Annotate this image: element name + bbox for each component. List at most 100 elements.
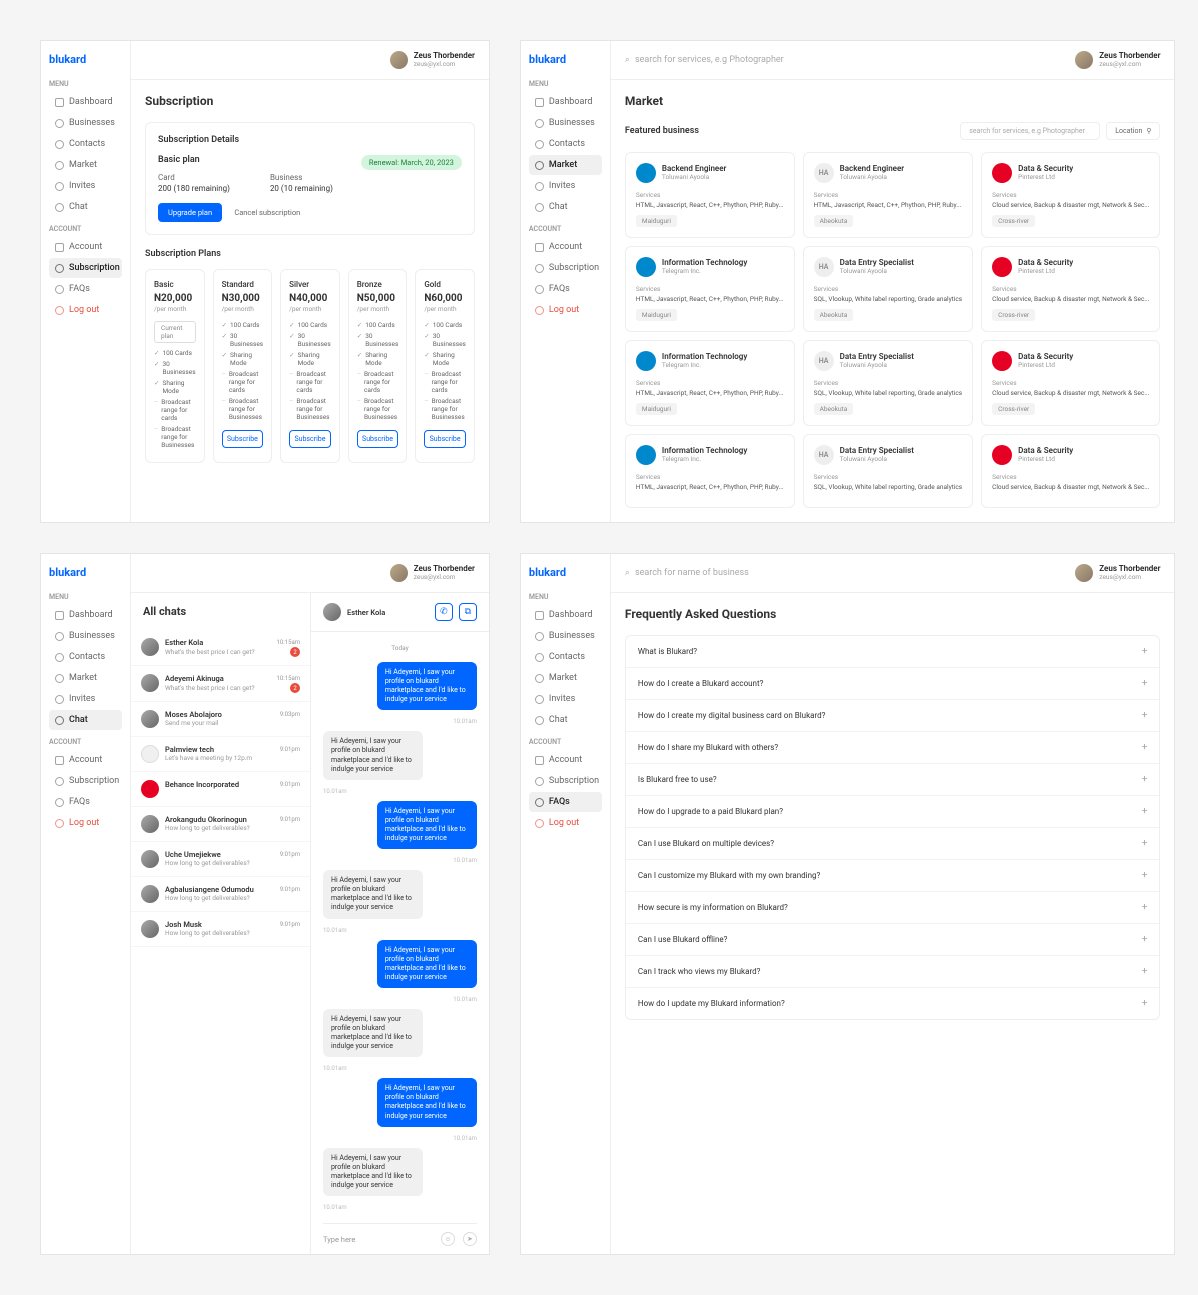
nav-invites[interactable]: Invites (49, 689, 122, 709)
nav-subscription[interactable]: Subscription (49, 258, 122, 278)
faq-item[interactable]: Can I use Blukard on multiple devices?+ (626, 828, 1160, 860)
user-badge[interactable]: Zeus Thorbenderzeus@yxl.com (390, 564, 475, 582)
nav-invites[interactable]: Invites (529, 176, 602, 196)
nav-subscription[interactable]: Subscription (529, 771, 602, 791)
chat-item[interactable]: Josh Musk9:01pm How long to get delivera… (131, 912, 310, 947)
nav-chat[interactable]: Chat (49, 710, 122, 730)
nav-faqs[interactable]: FAQs (529, 279, 602, 299)
faq-item[interactable]: How do I create my digital business card… (626, 700, 1160, 732)
business-card[interactable]: Backend EngineerToluwani Ayoola Services… (625, 152, 795, 238)
faq-item[interactable]: Can I track who views my Blukard?+ (626, 956, 1160, 988)
faq-item[interactable]: How do I share my Blukard with others?+ (626, 732, 1160, 764)
faq-item[interactable]: How do I update my Blukard information?+ (626, 988, 1160, 1019)
chat-item[interactable]: Agbalusiangene Odumodu9:01pm How long to… (131, 877, 310, 912)
account-icon (535, 756, 544, 765)
nav-dashboard[interactable]: Dashboard (529, 605, 602, 625)
nav-businesses[interactable]: Businesses (49, 626, 122, 646)
filter-search[interactable]: search for services, e.g Photographer (960, 122, 1100, 140)
chat-avatar (141, 674, 159, 692)
user-badge[interactable]: Zeus Thorbenderzeus@yxl.com (1075, 564, 1160, 582)
message-input[interactable]: Type here (323, 1235, 433, 1244)
faq-item[interactable]: What is Blukard?+ (626, 636, 1160, 668)
faq-item[interactable]: Can I customize my Blukard with my own b… (626, 860, 1160, 892)
cancel-button[interactable]: Cancel subscription (224, 203, 310, 222)
market-icon (55, 161, 64, 170)
chat-item[interactable]: Arokangudu Okorinogun9:01pm How long to … (131, 807, 310, 842)
nav-log-out[interactable]: Log out (49, 813, 122, 833)
nav-contacts[interactable]: Contacts (49, 134, 122, 154)
faq-item[interactable]: How do I create a Blukard account?+ (626, 668, 1160, 700)
nav-market[interactable]: Market (49, 668, 122, 688)
nav-contacts[interactable]: Contacts (529, 647, 602, 667)
emoji-button[interactable]: ☺ (441, 1232, 455, 1246)
chat-item[interactable]: Esther Kola10:15am What's the best price… (131, 630, 310, 666)
nav-log-out[interactable]: Log out (49, 300, 122, 320)
nav-subscription[interactable]: Subscription (529, 258, 602, 278)
nav-subscription[interactable]: Subscription (49, 771, 122, 791)
business-card[interactable]: Information TechnologyTelegram Inc. Serv… (625, 434, 795, 508)
pinterest-icon (992, 163, 1012, 183)
business-card[interactable]: HA Data Entry SpecialistToluwani Ayoola … (803, 434, 973, 508)
faq-item[interactable]: How secure is my information on Blukard?… (626, 892, 1160, 924)
business-card[interactable]: HA Backend EngineerToluwani Ayoola Servi… (803, 152, 973, 238)
nav-chat[interactable]: Chat (49, 197, 122, 217)
chat-item[interactable]: Palmview tech9:01pm Let's have a meeting… (131, 737, 310, 772)
nav-invites[interactable]: Invites (49, 176, 122, 196)
subscribe-button[interactable]: Subscribe (424, 430, 466, 448)
business-card[interactable]: Data & SecurityPinterest Ltd Services Cl… (981, 340, 1160, 426)
chat-item[interactable]: Adeyemi Akinuga10:15am What's the best p… (131, 666, 310, 702)
nav-log-out[interactable]: Log out (529, 813, 602, 833)
chat-item[interactable]: Behance Incorporated9:01pm (131, 772, 310, 807)
nav-businesses[interactable]: Businesses (529, 113, 602, 133)
business-card[interactable]: HA Data Entry SpecialistToluwani Ayoola … (803, 246, 973, 332)
subscribe-button[interactable]: Subscribe (357, 430, 399, 448)
call-button[interactable]: ✆ (435, 603, 453, 621)
user-badge[interactable]: Zeus Thorbenderzeus@yxl.com (390, 51, 475, 69)
business-card[interactable]: Data & SecurityPinterest Ltd Services Cl… (981, 434, 1160, 508)
video-button[interactable]: ⧉ (459, 603, 477, 621)
nav-contacts[interactable]: Contacts (529, 134, 602, 154)
nav-chat[interactable]: Chat (529, 197, 602, 217)
nav-chat[interactable]: Chat (529, 710, 602, 730)
nav-market[interactable]: Market (529, 155, 602, 175)
nav-market[interactable]: Market (49, 155, 122, 175)
nav-invites[interactable]: Invites (529, 689, 602, 709)
chat-item[interactable]: Moses Abolajoro9:03pm Send me your mail (131, 702, 310, 737)
telegram-icon (636, 445, 656, 465)
subscribe-button[interactable]: Subscribe (222, 430, 264, 448)
global-search[interactable]: ⌕search for services, e.g Photographer (625, 55, 1067, 65)
filter-location[interactable]: Location⚲ (1106, 122, 1160, 140)
nav-contacts[interactable]: Contacts (49, 647, 122, 667)
nav-account[interactable]: Account (49, 237, 122, 257)
sidebar: blukard MENU DashboardBusinessesContacts… (41, 41, 131, 522)
chat-item[interactable]: Uche Umejiekwe9:01pm How long to get del… (131, 842, 310, 877)
nav-faqs[interactable]: FAQs (49, 792, 122, 812)
nav-dashboard[interactable]: Dashboard (49, 92, 122, 112)
subscribe-button[interactable]: Subscribe (289, 430, 331, 448)
nav-businesses[interactable]: Businesses (49, 113, 122, 133)
nav-dashboard[interactable]: Dashboard (529, 92, 602, 112)
business-card[interactable]: Information TechnologyTelegram Inc. Serv… (625, 246, 795, 332)
nav-account[interactable]: Account (529, 237, 602, 257)
faq-item[interactable]: Can I use Blukard offline?+ (626, 924, 1160, 956)
business-card[interactable]: Data & SecurityPinterest Ltd Services Cl… (981, 246, 1160, 332)
nav-account[interactable]: Account (529, 750, 602, 770)
nav-account[interactable]: Account (49, 750, 122, 770)
nav-log-out[interactable]: Log out (529, 300, 602, 320)
global-search[interactable]: ⌕search for name of business (625, 568, 1067, 578)
faq-item[interactable]: Is Blukard free to use?+ (626, 764, 1160, 796)
user-badge[interactable]: Zeus Thorbenderzeus@yxl.com (1075, 51, 1160, 69)
nav-market[interactable]: Market (529, 668, 602, 688)
upgrade-button[interactable]: Upgrade plan (158, 203, 222, 222)
business-card[interactable]: Data & SecurityPinterest Ltd Services Cl… (981, 152, 1160, 238)
business-card[interactable]: HA Data Entry SpecialistToluwani Ayoola … (803, 340, 973, 426)
business-card[interactable]: Information TechnologyTelegram Inc. Serv… (625, 340, 795, 426)
nav-dashboard[interactable]: Dashboard (49, 605, 122, 625)
nav-faqs[interactable]: FAQs (529, 792, 602, 812)
nav-faqs[interactable]: FAQs (49, 279, 122, 299)
logo: blukard (49, 566, 122, 579)
send-button[interactable]: ➤ (463, 1232, 477, 1246)
nav-businesses[interactable]: Businesses (529, 626, 602, 646)
faq-item[interactable]: How do I upgrade to a paid Blukard plan?… (626, 796, 1160, 828)
expand-icon: + (1142, 998, 1148, 1009)
